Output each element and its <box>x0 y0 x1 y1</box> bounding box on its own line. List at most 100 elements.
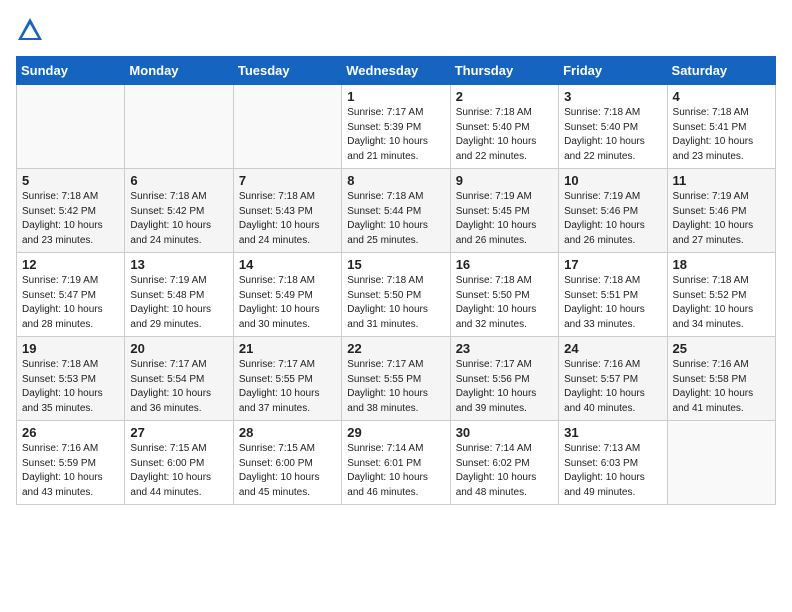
day-number: 3 <box>564 89 661 104</box>
day-info: Sunrise: 7:18 AM Sunset: 5:53 PM Dayligh… <box>22 358 119 416</box>
calendar-cell: 9 Sunrise: 7:19 AM Sunset: 5:45 PM Daylig… <box>450 169 558 253</box>
day-header-saturday: Saturday <box>667 57 775 85</box>
day-number: 29 <box>347 425 444 440</box>
day-number: 15 <box>347 257 444 272</box>
calendar-cell: 23 Sunrise: 7:17 AM Sunset: 5:56 PM Dayli… <box>450 337 558 421</box>
day-number: 21 <box>239 341 336 356</box>
day-info: Sunrise: 7:17 AM Sunset: 5:56 PM Dayligh… <box>456 358 553 416</box>
day-number: 5 <box>22 173 119 188</box>
day-info: Sunrise: 7:18 AM Sunset: 5:52 PM Dayligh… <box>673 274 770 332</box>
day-info: Sunrise: 7:18 AM Sunset: 5:42 PM Dayligh… <box>130 190 227 248</box>
page-header <box>16 16 776 44</box>
logo <box>16 16 48 44</box>
calendar-cell: 16 Sunrise: 7:18 AM Sunset: 5:50 PM Dayli… <box>450 253 558 337</box>
day-number: 8 <box>347 173 444 188</box>
day-number: 22 <box>347 341 444 356</box>
calendar-cell: 10Sunrise: 7:19 AM Sunset: 5:46 PM Dayli… <box>559 169 667 253</box>
day-header-sunday: Sunday <box>17 57 125 85</box>
day-info: Sunrise: 7:19 AM Sunset: 5:46 PM Dayligh… <box>673 190 770 248</box>
calendar-cell: 4 Sunrise: 7:18 AM Sunset: 5:41 PM Daylig… <box>667 85 775 169</box>
day-number: 18 <box>673 257 770 272</box>
calendar-cell <box>125 85 233 169</box>
day-header-friday: Friday <box>559 57 667 85</box>
day-info: Sunrise: 7:18 AM Sunset: 5:50 PM Dayligh… <box>456 274 553 332</box>
calendar-week-5: 26 Sunrise: 7:16 AM Sunset: 5:59 PM Dayli… <box>17 421 776 505</box>
calendar-cell: 26 Sunrise: 7:16 AM Sunset: 5:59 PM Dayli… <box>17 421 125 505</box>
day-number: 16 <box>456 257 553 272</box>
day-header-thursday: Thursday <box>450 57 558 85</box>
day-number: 31 <box>564 425 661 440</box>
day-info: Sunrise: 7:17 AM Sunset: 5:55 PM Dayligh… <box>239 358 336 416</box>
day-info: Sunrise: 7:19 AM Sunset: 5:47 PM Dayligh… <box>22 274 119 332</box>
day-info: Sunrise: 7:17 AM Sunset: 5:55 PM Dayligh… <box>347 358 444 416</box>
calendar-header-row: SundayMondayTuesdayWednesdayThursdayFrid… <box>17 57 776 85</box>
calendar-cell: 27 Sunrise: 7:15 AM Sunset: 6:00 PM Dayli… <box>125 421 233 505</box>
day-info: Sunrise: 7:18 AM Sunset: 5:49 PM Dayligh… <box>239 274 336 332</box>
day-info: Sunrise: 7:17 AM Sunset: 5:39 PM Dayligh… <box>347 106 444 164</box>
day-info: Sunrise: 7:15 AM Sunset: 6:00 PM Dayligh… <box>239 442 336 500</box>
day-info: Sunrise: 7:19 AM Sunset: 5:45 PM Dayligh… <box>456 190 553 248</box>
calendar-cell: 14Sunrise: 7:18 AM Sunset: 5:49 PM Dayli… <box>233 253 341 337</box>
calendar-cell: 24 Sunrise: 7:16 AM Sunset: 5:57 PM Dayli… <box>559 337 667 421</box>
day-number: 27 <box>130 425 227 440</box>
day-number: 23 <box>456 341 553 356</box>
calendar-cell: 8Sunrise: 7:18 AM Sunset: 5:44 PM Daylig… <box>342 169 450 253</box>
day-info: Sunrise: 7:15 AM Sunset: 6:00 PM Dayligh… <box>130 442 227 500</box>
day-info: Sunrise: 7:16 AM Sunset: 5:57 PM Dayligh… <box>564 358 661 416</box>
day-number: 20 <box>130 341 227 356</box>
calendar-cell: 31 Sunrise: 7:13 AM Sunset: 6:03 PM Dayli… <box>559 421 667 505</box>
calendar-cell: 22 Sunrise: 7:17 AM Sunset: 5:55 PM Dayli… <box>342 337 450 421</box>
calendar-cell: 15Sunrise: 7:18 AM Sunset: 5:50 PM Dayli… <box>342 253 450 337</box>
day-header-wednesday: Wednesday <box>342 57 450 85</box>
calendar-cell <box>667 421 775 505</box>
calendar-cell: 7 Sunrise: 7:18 AM Sunset: 5:43 PM Daylig… <box>233 169 341 253</box>
calendar-week-2: 5 Sunrise: 7:18 AM Sunset: 5:42 PM Daylig… <box>17 169 776 253</box>
calendar-cell: 20 Sunrise: 7:17 AM Sunset: 5:54 PM Dayli… <box>125 337 233 421</box>
calendar-cell: 25 Sunrise: 7:16 AM Sunset: 5:58 PM Dayli… <box>667 337 775 421</box>
calendar-cell: 6 Sunrise: 7:18 AM Sunset: 5:42 PM Daylig… <box>125 169 233 253</box>
calendar-cell <box>17 85 125 169</box>
day-info: Sunrise: 7:14 AM Sunset: 6:02 PM Dayligh… <box>456 442 553 500</box>
day-info: Sunrise: 7:16 AM Sunset: 5:58 PM Dayligh… <box>673 358 770 416</box>
calendar-cell: 2 Sunrise: 7:18 AM Sunset: 5:40 PM Daylig… <box>450 85 558 169</box>
calendar-cell: 13 Sunrise: 7:19 AM Sunset: 5:48 PM Dayli… <box>125 253 233 337</box>
day-number: 25 <box>673 341 770 356</box>
calendar-week-3: 12 Sunrise: 7:19 AM Sunset: 5:47 PM Dayli… <box>17 253 776 337</box>
day-info: Sunrise: 7:16 AM Sunset: 5:59 PM Dayligh… <box>22 442 119 500</box>
day-number: 28 <box>239 425 336 440</box>
day-number: 13 <box>130 257 227 272</box>
calendar-cell: 30 Sunrise: 7:14 AM Sunset: 6:02 PM Dayli… <box>450 421 558 505</box>
day-number: 6 <box>130 173 227 188</box>
day-header-tuesday: Tuesday <box>233 57 341 85</box>
day-number: 7 <box>239 173 336 188</box>
day-number: 19 <box>22 341 119 356</box>
day-info: Sunrise: 7:18 AM Sunset: 5:42 PM Dayligh… <box>22 190 119 248</box>
calendar-cell <box>233 85 341 169</box>
day-number: 9 <box>456 173 553 188</box>
day-info: Sunrise: 7:18 AM Sunset: 5:40 PM Dayligh… <box>564 106 661 164</box>
calendar-cell: 18 Sunrise: 7:18 AM Sunset: 5:52 PM Dayli… <box>667 253 775 337</box>
day-number: 4 <box>673 89 770 104</box>
day-info: Sunrise: 7:18 AM Sunset: 5:40 PM Dayligh… <box>456 106 553 164</box>
calendar-cell: 28 Sunrise: 7:15 AM Sunset: 6:00 PM Dayli… <box>233 421 341 505</box>
day-info: Sunrise: 7:18 AM Sunset: 5:43 PM Dayligh… <box>239 190 336 248</box>
day-number: 26 <box>22 425 119 440</box>
day-info: Sunrise: 7:13 AM Sunset: 6:03 PM Dayligh… <box>564 442 661 500</box>
day-info: Sunrise: 7:18 AM Sunset: 5:41 PM Dayligh… <box>673 106 770 164</box>
day-info: Sunrise: 7:18 AM Sunset: 5:51 PM Dayligh… <box>564 274 661 332</box>
day-info: Sunrise: 7:19 AM Sunset: 5:48 PM Dayligh… <box>130 274 227 332</box>
day-number: 11 <box>673 173 770 188</box>
calendar-cell: 12 Sunrise: 7:19 AM Sunset: 5:47 PM Dayli… <box>17 253 125 337</box>
calendar-cell: 19 Sunrise: 7:18 AM Sunset: 5:53 PM Dayli… <box>17 337 125 421</box>
calendar-cell: 17 Sunrise: 7:18 AM Sunset: 5:51 PM Dayli… <box>559 253 667 337</box>
calendar-week-1: 1 Sunrise: 7:17 AM Sunset: 5:39 PM Daylig… <box>17 85 776 169</box>
day-number: 1 <box>347 89 444 104</box>
day-number: 2 <box>456 89 553 104</box>
calendar-cell: 29Sunrise: 7:14 AM Sunset: 6:01 PM Dayli… <box>342 421 450 505</box>
day-number: 24 <box>564 341 661 356</box>
day-info: Sunrise: 7:17 AM Sunset: 5:54 PM Dayligh… <box>130 358 227 416</box>
day-number: 30 <box>456 425 553 440</box>
calendar-week-4: 19 Sunrise: 7:18 AM Sunset: 5:53 PM Dayli… <box>17 337 776 421</box>
day-number: 17 <box>564 257 661 272</box>
day-number: 12 <box>22 257 119 272</box>
